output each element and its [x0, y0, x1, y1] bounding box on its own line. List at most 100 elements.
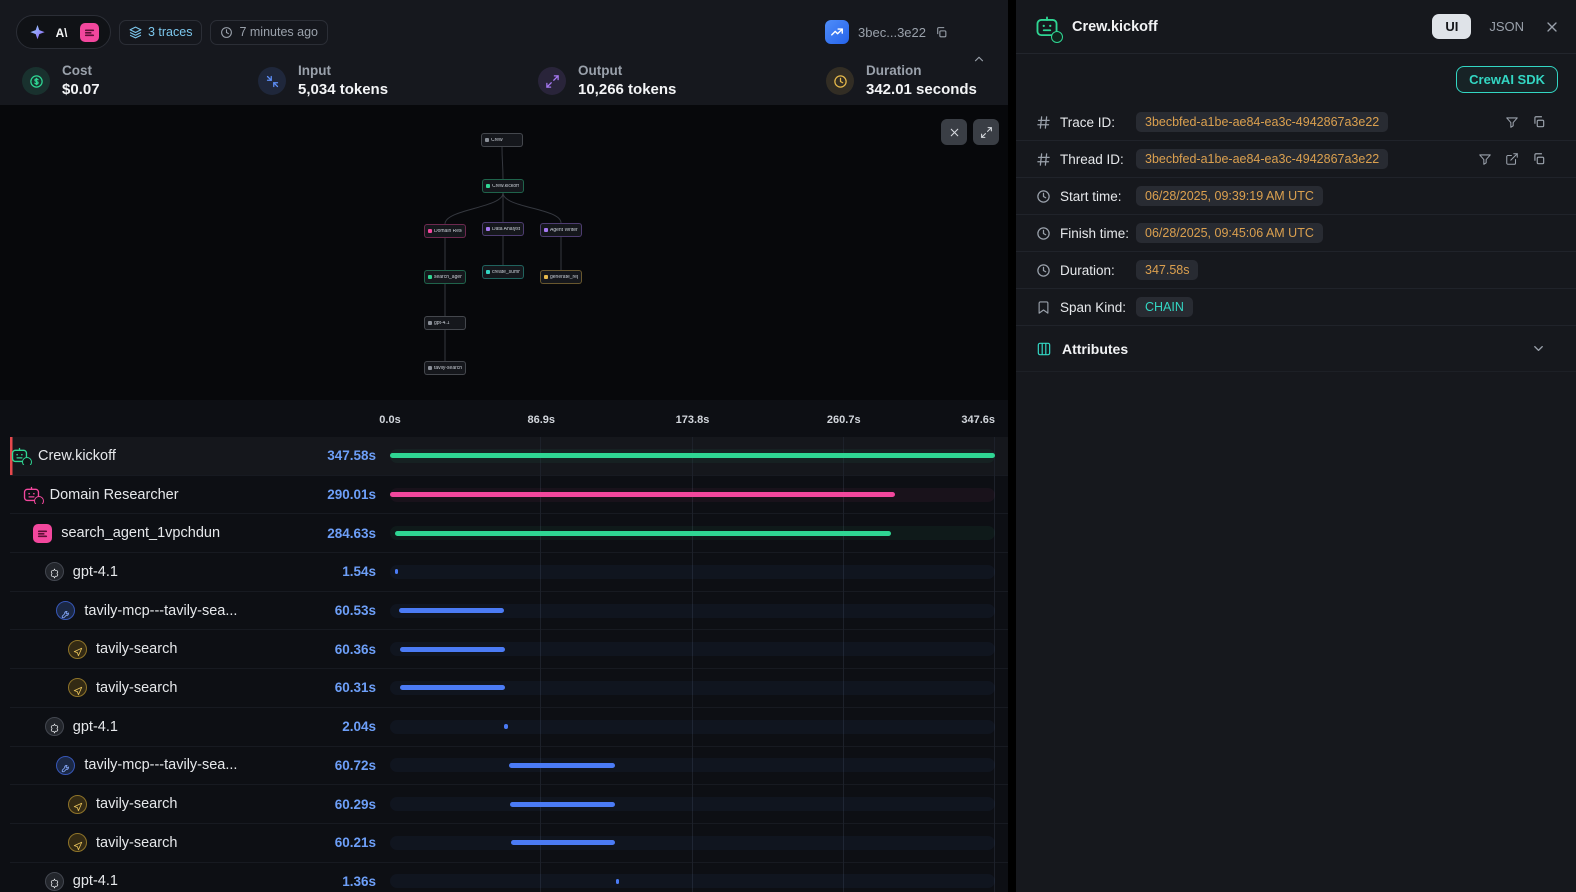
timeline-row[interactable]: gpt-4.1 1.36s	[10, 863, 1008, 892]
span-bar[interactable]	[510, 802, 615, 807]
close-graph-button[interactable]	[941, 119, 967, 145]
field-value[interactable]: 06/28/2025, 09:39:19 AM UTC	[1136, 186, 1323, 206]
timeline-row[interactable]: Domain Researcher 290.01s	[10, 476, 1008, 515]
timeline-row[interactable]: tavily-search 60.31s	[10, 669, 1008, 708]
collapse-stats-chevron[interactable]	[972, 52, 986, 66]
copy-icon[interactable]	[1532, 152, 1546, 166]
clock-icon	[1036, 189, 1051, 204]
span-name: search_agent_1vpchdun	[61, 525, 220, 541]
field-row-trace-id: Trace ID: 3becbfed-a1be-ae84-ea3c-494286…	[1016, 104, 1576, 141]
graph-node[interactable]: gpt-4.1	[424, 316, 466, 330]
timeline-row[interactable]: tavily-mcp---tavily-sea... 60.72s	[10, 747, 1008, 786]
layers-icon	[129, 26, 142, 39]
panel-header: Crew.kickoff UI JSON	[1016, 0, 1576, 54]
ui-view-button[interactable]: UI	[1432, 14, 1471, 39]
tavily-search-icon	[68, 640, 87, 659]
traces-count-badge[interactable]: 3 traces	[119, 20, 202, 45]
time-tick: 0.0s	[379, 414, 400, 426]
graph-node[interactable]: Agent Writer	[540, 223, 582, 237]
span-bar[interactable]	[504, 724, 508, 729]
timeline-row[interactable]: tavily-search 60.29s	[10, 785, 1008, 824]
timeline-row[interactable]: tavily-search 60.21s	[10, 824, 1008, 863]
expand-graph-button[interactable]	[973, 119, 999, 145]
copy-icon[interactable]	[1532, 115, 1546, 129]
scale-logo-icon	[80, 23, 99, 42]
filter-icon[interactable]	[1478, 152, 1492, 166]
field-value[interactable]: 3becbfed-a1be-ae84-ea3c-4942867a3e22	[1136, 149, 1388, 169]
field-value[interactable]: 3becbfed-a1be-ae84-ea3c-4942867a3e22	[1136, 112, 1388, 132]
trace-short-id: 3bec...3e22	[858, 25, 926, 40]
span-name: gpt-4.1	[73, 564, 118, 580]
field-value[interactable]: 06/28/2025, 09:45:06 AM UTC	[1136, 223, 1323, 243]
graph-node[interactable]: generate_report	[540, 270, 582, 284]
span-detail-panel: Crew.kickoff UI JSON CrewAI SDK Trace ID…	[1016, 0, 1576, 892]
stat-value: 5,034 tokens	[298, 80, 388, 99]
panel-title: Crew.kickoff	[1072, 19, 1158, 35]
graph-node[interactable]: Data Analyst	[482, 222, 524, 236]
anthropic-logo-icon: A\	[54, 23, 73, 42]
copy-trace-id-icon[interactable]	[935, 26, 948, 39]
graph-node[interactable]: Domain Researcher	[424, 224, 466, 238]
graph-node[interactable]: search_agent_1vpchdun	[424, 270, 466, 284]
sdk-badge: CrewAI SDK	[1456, 66, 1558, 93]
timeline-row[interactable]: search_agent_1vpchdun 284.63s	[10, 514, 1008, 553]
json-view-button[interactable]: JSON	[1489, 19, 1524, 34]
graph-node[interactable]: create_summary	[482, 265, 524, 279]
trace-age-badge: 7 minutes ago	[210, 20, 328, 45]
span-name: tavily-search	[96, 680, 177, 696]
hash-icon	[1036, 115, 1051, 130]
span-bar[interactable]	[511, 840, 616, 845]
field-value[interactable]: 347.58s	[1136, 260, 1198, 280]
field-value[interactable]: CHAIN	[1136, 297, 1193, 317]
span-name: tavily-search	[96, 641, 177, 657]
openai-icon	[45, 872, 64, 891]
close-panel-icon[interactable]	[1544, 19, 1560, 35]
attributes-section-header[interactable]: Attributes	[1016, 326, 1576, 372]
graph-node-label: Crew	[491, 138, 503, 143]
open-icon[interactable]	[1505, 152, 1519, 166]
trace-graph[interactable]: Crew Crew.kickoff Domain Researcher Data…	[0, 105, 1008, 400]
trace-age-label: 7 minutes ago	[239, 25, 318, 39]
graph-node-label: Data Analyst	[492, 227, 520, 232]
span-duration: 347.58s	[327, 448, 390, 463]
field-row-span-kind: Span Kind: CHAIN	[1016, 289, 1576, 326]
span-bar[interactable]	[400, 647, 505, 652]
clock-icon	[1036, 226, 1051, 241]
span-name: Domain Researcher	[50, 487, 179, 503]
trace-chart-icon[interactable]	[825, 20, 849, 44]
timeline-row[interactable]: Crew.kickoff 347.58s	[10, 437, 1008, 476]
agent-icon	[22, 485, 41, 504]
span-bar[interactable]	[616, 879, 619, 884]
timeline-row[interactable]: gpt-4.1 2.04s	[10, 708, 1008, 747]
graph-node-chip	[428, 229, 432, 233]
graph-node-chip	[486, 184, 490, 188]
field-label: Start time:	[1060, 189, 1136, 204]
time-axis: 0.0s86.9s173.8s260.7s347.6s	[390, 400, 995, 437]
svg-text:A\: A\	[56, 25, 69, 39]
span-duration: 60.31s	[335, 680, 390, 695]
graph-node-chip	[544, 228, 548, 232]
sdk-row: CrewAI SDK	[1016, 54, 1576, 104]
timeline-row[interactable]: tavily-mcp---tavily-sea... 60.53s	[10, 592, 1008, 631]
tools-mcp-icon	[56, 756, 75, 775]
graph-node-label: Domain Researcher	[434, 229, 462, 234]
span-bar[interactable]	[400, 685, 505, 690]
graph-node[interactable]: Crew.kickoff	[482, 179, 524, 193]
span-bar[interactable]	[395, 531, 890, 536]
clock-icon	[220, 26, 233, 39]
openai-icon	[45, 562, 64, 581]
graph-node[interactable]: Crew	[481, 133, 523, 147]
graph-node-chip	[428, 321, 432, 325]
timeline-row[interactable]: tavily-search 60.36s	[10, 630, 1008, 669]
field-label: Duration:	[1060, 263, 1136, 278]
span-bar[interactable]	[390, 453, 995, 458]
span-name: gpt-4.1	[73, 719, 118, 735]
graph-node[interactable]: tavily-search	[424, 361, 466, 375]
filter-icon[interactable]	[1505, 115, 1519, 129]
stat-label: Output	[578, 63, 676, 78]
graph-node-label: create_summary	[492, 270, 520, 275]
span-bar[interactable]	[390, 492, 895, 497]
span-bar[interactable]	[399, 608, 504, 613]
span-bar[interactable]	[509, 763, 615, 768]
timeline-row[interactable]: gpt-4.1 1.54s	[10, 553, 1008, 592]
